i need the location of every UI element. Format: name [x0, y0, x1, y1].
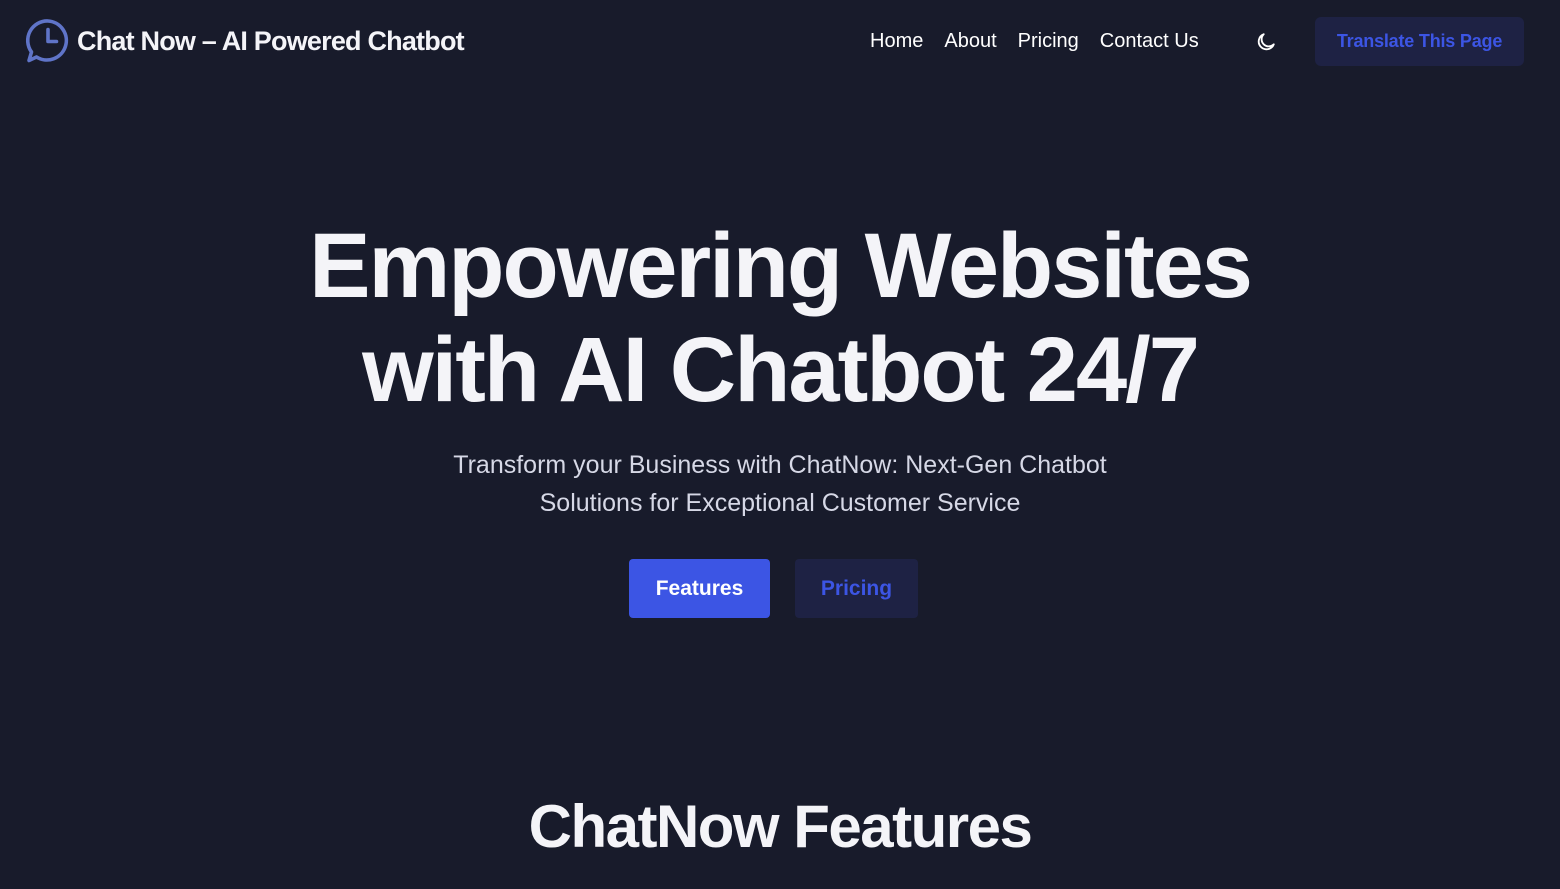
chat-clock-icon — [25, 19, 69, 63]
site-header: Chat Now – AI Powered Chatbot Home About… — [0, 0, 1560, 84]
nav-about[interactable]: About — [944, 26, 996, 56]
hero-title-line-2: with AI Chatbot 24/7 — [362, 319, 1200, 421]
nav-contact-us[interactable]: Contact Us — [1100, 26, 1199, 56]
features-section-title: ChatNow Features — [528, 793, 1033, 860]
page: Chat Now – AI Powered Chatbot Home About… — [0, 0, 1560, 889]
translate-page-button[interactable]: Translate This Page — [1315, 17, 1524, 66]
pricing-button[interactable]: Pricing — [795, 559, 918, 618]
hero-subtitle-line-2: Solutions for Exceptional Customer Servi… — [539, 489, 1021, 517]
hero-title-line-1: Empowering Websites — [309, 215, 1253, 317]
brand-title: Chat Now – AI Powered Chatbot — [77, 26, 465, 56]
hero-subtitle-line-1: Transform your Business with ChatNow: Ne… — [453, 451, 1107, 479]
moon-icon — [1257, 33, 1275, 51]
nav-pricing[interactable]: Pricing — [1018, 26, 1079, 56]
hero-title: Empowering Websites with AI Chatbot 24/7 — [0, 214, 1560, 422]
main-nav: Home About Pricing Contact Us — [870, 26, 1199, 56]
theme-toggle-button[interactable] — [1253, 29, 1279, 55]
nav-home[interactable]: Home — [870, 26, 923, 56]
hero-subtitle: Transform your Business with ChatNow: Ne… — [0, 446, 1560, 522]
features-button[interactable]: Features — [629, 559, 770, 618]
brand-link[interactable]: Chat Now – AI Powered Chatbot — [25, 18, 465, 64]
